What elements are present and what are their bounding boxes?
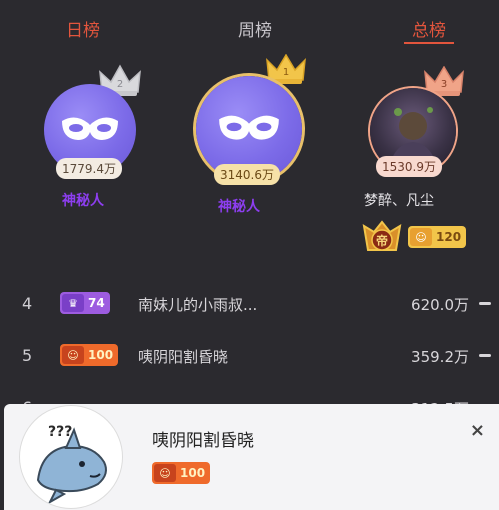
emperor-medal-icon: 帝: [362, 220, 402, 251]
badge-level: 100: [88, 348, 114, 362]
card-user-name: 咦阴阳割昏晓: [152, 431, 254, 451]
tab-daily[interactable]: 日榜: [66, 16, 100, 41]
tab-total[interactable]: 总榜: [412, 16, 446, 41]
close-button[interactable]: ×: [470, 420, 485, 441]
ranking-tabs: 日榜 周榜 总榜: [0, 0, 499, 46]
podium-name: 梦醉、凡尘: [364, 193, 434, 209]
podium-name: 神秘人: [218, 199, 260, 215]
crown-number: 1: [283, 67, 289, 78]
score-badge: 1779.4万: [56, 158, 122, 179]
crown-number: 3: [441, 79, 447, 90]
badge-icon: ☺: [62, 346, 84, 364]
podium-name: 神秘人: [62, 193, 104, 209]
shark-avatar-icon: ???: [36, 424, 107, 505]
trend-dash-icon: [479, 354, 491, 357]
user-score: 620.0万: [411, 296, 469, 314]
fan-level-badge: ☺ 100: [152, 462, 211, 484]
fan-level-badge: ☺ 100: [60, 344, 119, 366]
fan-level-badge: ♛ 74: [60, 292, 110, 314]
score-badge: 3140.6万: [214, 164, 280, 185]
card-avatar: ???: [20, 406, 122, 508]
user-info-card: ??? 咦阴阳割昏晓 × ☺ 100: [4, 404, 499, 510]
crown-number: 2: [117, 79, 123, 90]
rank-number: 4: [22, 294, 33, 313]
medal-text: 帝: [376, 233, 388, 248]
fan-level-badge: ☺ 120: [408, 226, 467, 248]
badge-level: 74: [88, 296, 105, 310]
mask-icon: [219, 115, 279, 140]
badge-level: 120: [436, 230, 462, 244]
avatar-question-text: ???: [48, 424, 72, 440]
score-badge: 1530.9万: [376, 156, 442, 177]
user-score: 359.2万: [411, 348, 469, 366]
tab-weekly[interactable]: 周榜: [238, 16, 272, 41]
user-name: 南妹儿的小雨叔...: [138, 296, 258, 314]
user-name: 咦阴阳割昏晓: [138, 348, 229, 366]
active-tab-indicator: [404, 42, 454, 44]
list-item[interactable]: 5 ☺ 100 咦阴阳割昏晓 359.2万: [0, 338, 499, 372]
badge-icon: ☺: [410, 228, 432, 246]
list-item[interactable]: 4 ♛ 74 南妹儿的小雨叔... 620.0万: [0, 286, 499, 320]
badge-icon: ☺: [154, 464, 176, 482]
emperor-medal: 帝: [360, 220, 404, 256]
badge-level: 100: [180, 466, 206, 480]
badge-icon: ♛: [62, 294, 84, 312]
trend-dash-icon: [479, 302, 491, 305]
mask-icon: [62, 117, 118, 140]
rank-number: 5: [22, 346, 33, 365]
